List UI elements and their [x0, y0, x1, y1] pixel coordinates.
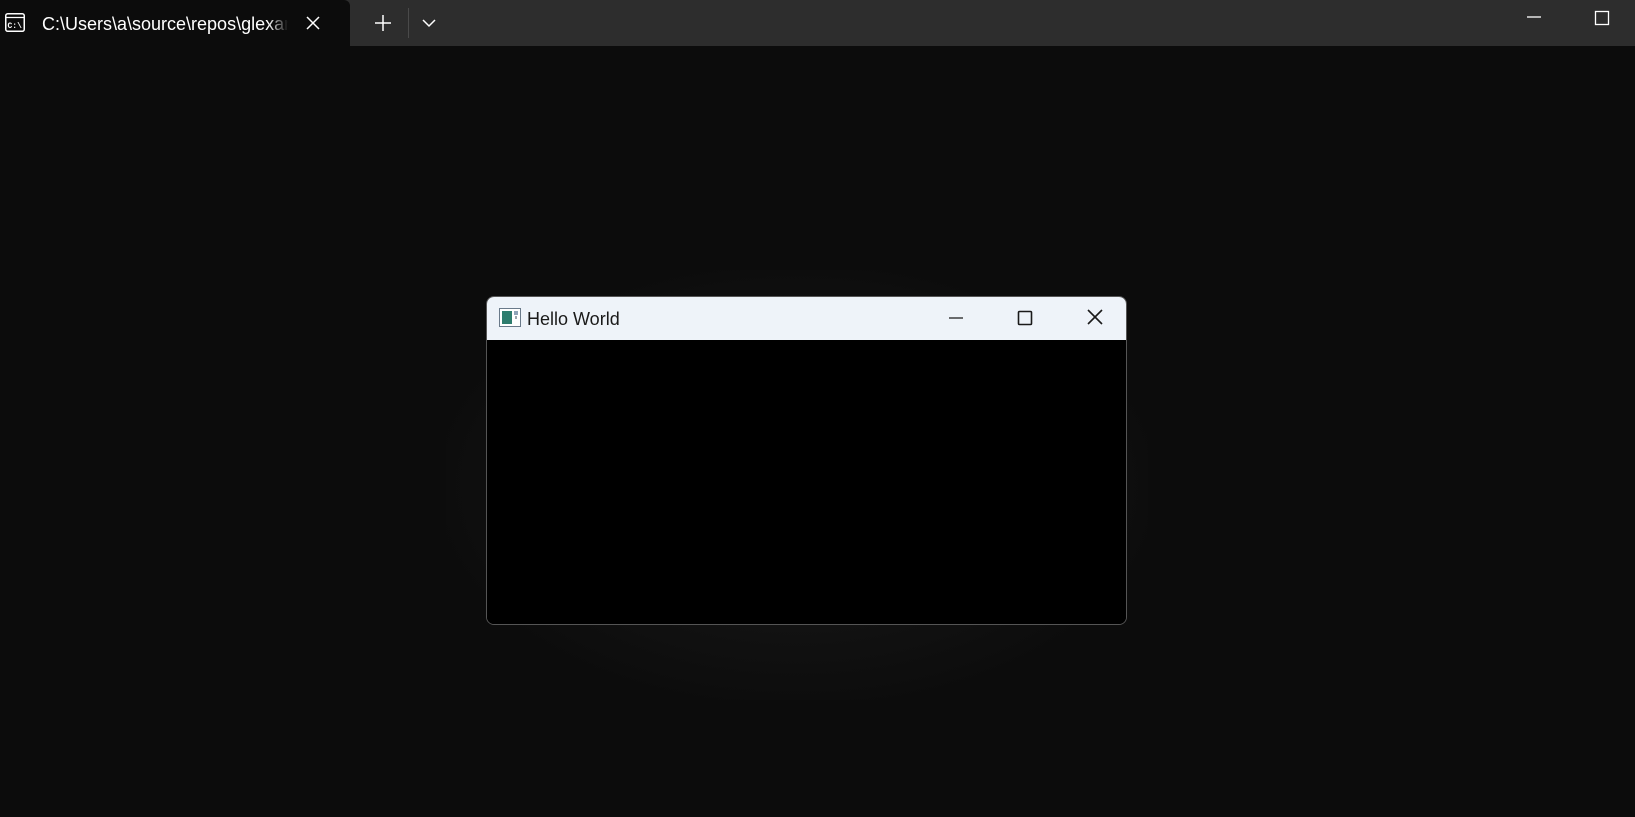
render-area[interactable]: [487, 340, 1126, 624]
plus-icon: [375, 15, 391, 31]
hello-maximize-button[interactable]: [1011, 306, 1039, 330]
tab-terminal[interactable]: C:\ C:\Users\a\source\repos\glexample: [0, 0, 350, 46]
minimize-icon: [1527, 16, 1541, 18]
minimize-icon: [949, 317, 963, 319]
svg-text:C:\: C:\: [8, 22, 23, 31]
tab-strip: C:\ C:\Users\a\source\repos\glexample: [0, 0, 1635, 46]
terminal-window: C:\ C:\Users\a\source\repos\glexample: [0, 0, 1635, 817]
close-icon: [1087, 309, 1103, 325]
maximize-icon: [1594, 10, 1610, 26]
window-maximize-button[interactable]: [1588, 6, 1616, 30]
app-window-icon: [499, 308, 521, 327]
maximize-icon: [1017, 310, 1033, 326]
new-tab-button[interactable]: [370, 12, 396, 34]
tab-title: C:\Users\a\source\repos\glexample: [42, 14, 288, 34]
close-icon[interactable]: [304, 14, 322, 32]
hello-close-button[interactable]: [1081, 306, 1109, 330]
hello-minimize-button[interactable]: [942, 306, 970, 330]
tab-dropdown-button[interactable]: [418, 12, 440, 34]
chevron-down-icon: [422, 19, 436, 28]
hello-world-window[interactable]: Hello World: [486, 296, 1127, 625]
window-minimize-button[interactable]: [1520, 6, 1548, 30]
window-title: Hello World: [527, 309, 620, 329]
hello-world-titlebar[interactable]: Hello World: [487, 297, 1126, 340]
tab-separator: [408, 8, 409, 38]
command-prompt-icon: C:\: [5, 13, 25, 32]
